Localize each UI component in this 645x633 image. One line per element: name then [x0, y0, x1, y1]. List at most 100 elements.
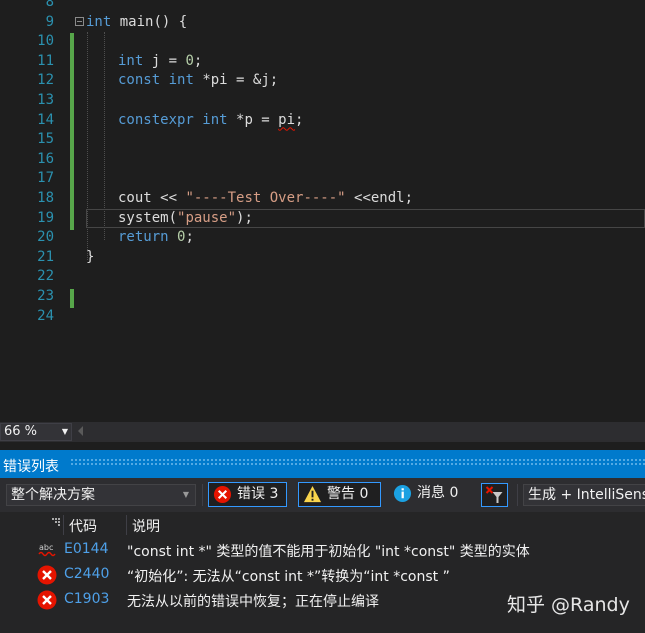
keyword: int: [118, 52, 144, 69]
line-number: 9: [45, 13, 54, 30]
column-chooser-icon[interactable]: [52, 517, 60, 531]
watermark: 知乎 @Randy: [507, 594, 630, 616]
line-number: 21: [37, 248, 54, 265]
messages-filter-label: 消息 0: [417, 485, 459, 501]
code-text: cout <<: [118, 190, 186, 206]
editor-status-strip: 66 % ▼: [0, 422, 645, 442]
zoom-level-value: 66 %: [4, 424, 38, 439]
line-number: 12: [37, 72, 54, 89]
code-line-9[interactable]: int main() {: [86, 13, 187, 33]
messages-filter-button[interactable]: 消息 0: [389, 482, 473, 507]
toolbar-separator: [517, 484, 518, 506]
code-editor[interactable]: 8 9 10 11 12 13 14 15 16 17 18 19 20 21 …: [0, 0, 645, 422]
scope-value: 整个解决方案: [11, 487, 95, 503]
code-line-12[interactable]: const int *pi = &j;: [118, 71, 278, 91]
clear-filter-button[interactable]: [481, 483, 508, 507]
line-number: 20: [37, 229, 54, 246]
error-description: "const int *" 类型的值不能用于初始化 "int *const" 类…: [127, 544, 530, 560]
change-indicator-bar: [70, 289, 74, 308]
keyword: constexpr: [118, 111, 194, 128]
line-number: 22: [37, 268, 54, 285]
code-line-21[interactable]: }: [86, 248, 94, 268]
line-number: 19: [37, 209, 54, 226]
keyword: int: [168, 72, 194, 89]
errors-filter-label: 错误 3: [237, 486, 279, 502]
code-text: <<endl;: [345, 190, 414, 206]
error-list-panel: 错误列表 整个解决方案 ▼ 错误 3 警告 0 消息 0 生成 + Intell…: [0, 450, 645, 633]
warnings-filter-label: 警告 0: [327, 486, 369, 502]
code-text: }: [86, 248, 95, 265]
column-header-row: 代码 说明: [0, 512, 645, 537]
line-number: 16: [37, 150, 54, 167]
line-number: 18: [37, 190, 54, 206]
intellisense-abc-icon: abc: [38, 543, 56, 557]
keyword: int: [202, 111, 228, 128]
code-text: *pi = &j;: [193, 72, 279, 89]
info-icon: [393, 484, 412, 503]
collapse-toggle-icon[interactable]: [75, 17, 84, 26]
keyword: return: [118, 229, 169, 246]
build-source-value: 生成 + IntelliSense: [528, 487, 645, 503]
warning-icon: [303, 485, 322, 503]
line-number: 10: [37, 33, 54, 50]
change-indicator-bar: [70, 33, 74, 230]
warnings-filter-button[interactable]: 警告 0: [298, 482, 381, 507]
svg-text:abc: abc: [39, 543, 53, 552]
error-icon: [37, 565, 57, 585]
zoom-level-dropdown[interactable]: 66 % ▼: [0, 423, 72, 441]
scope-dropdown[interactable]: 整个解决方案 ▼: [6, 484, 196, 506]
line-number: 17: [37, 170, 54, 187]
line-number: 24: [37, 307, 54, 324]
toolbar-separator: [202, 484, 203, 506]
error-description: “初始化”: 无法从“const int *”转换为“int *const ”: [127, 569, 450, 585]
keyword: int: [86, 13, 112, 30]
line-number: 8: [45, 0, 54, 10]
line-number-gutter: 8 9 10 11 12 13 14 15 16 17 18 19 20 21 …: [0, 0, 58, 422]
code-line-11[interactable]: int j = 0;: [118, 52, 202, 72]
column-divider[interactable]: [63, 515, 64, 535]
line-number: 15: [37, 131, 54, 148]
code-line-18[interactable]: cout << "----Test Over----" <<endl;: [118, 189, 413, 209]
code-text: main() {: [111, 13, 188, 30]
line-number: 13: [37, 92, 54, 108]
keyword: const: [118, 72, 161, 89]
column-divider[interactable]: [126, 515, 127, 535]
code-line-19[interactable]: system("pause");: [118, 209, 253, 229]
error-icon: [37, 590, 57, 610]
code-text: );: [236, 209, 253, 226]
panel-title-bar[interactable]: 错误列表: [0, 450, 645, 478]
code-line-20[interactable]: return 0;: [118, 228, 194, 248]
dropdown-arrow-icon: ▼: [182, 490, 189, 499]
column-header-description[interactable]: 说明: [132, 516, 160, 536]
build-source-dropdown[interactable]: 生成 + IntelliSense: [523, 484, 645, 506]
error-code-link[interactable]: C1903: [64, 591, 109, 607]
code-text: ;: [185, 229, 194, 246]
line-number: 14: [37, 111, 54, 128]
title-bar-grip: [70, 458, 645, 466]
error-list-toolbar: 整个解决方案 ▼ 错误 3 警告 0 消息 0 生成 + IntelliSens…: [0, 478, 645, 512]
code-text: system(: [118, 209, 178, 226]
filter-clear-icon: [485, 486, 503, 503]
code-text: ;: [193, 52, 203, 69]
panel-title: 错误列表: [3, 459, 59, 475]
string-literal: "pause": [177, 209, 237, 226]
code-line-14[interactable]: constexpr int *p = pi;: [118, 111, 303, 131]
error-row[interactable]: abc E0144 "const int *" 类型的值不能用于初始化 "int…: [0, 538, 645, 563]
number-literal: 0: [185, 52, 194, 69]
error-icon: [213, 485, 232, 504]
error-row[interactable]: C2440 “初始化”: 无法从“const int *”转换为“int *co…: [0, 563, 645, 588]
code-text: j =: [143, 52, 186, 69]
errors-filter-button[interactable]: 错误 3: [208, 482, 287, 507]
line-number: 11: [37, 52, 54, 69]
line-number: 23: [37, 288, 54, 304]
string-literal: "----Test Over----": [185, 190, 346, 206]
dropdown-arrow-icon: ▼: [61, 427, 68, 436]
scroll-left-arrow-icon[interactable]: [78, 426, 83, 436]
column-header-code[interactable]: 代码: [69, 516, 97, 536]
error-code-link[interactable]: C2440: [64, 566, 109, 582]
error-code-link[interactable]: E0144: [64, 541, 108, 557]
code-text: ;: [295, 111, 304, 128]
error-squiggle[interactable]: pi: [278, 112, 295, 128]
